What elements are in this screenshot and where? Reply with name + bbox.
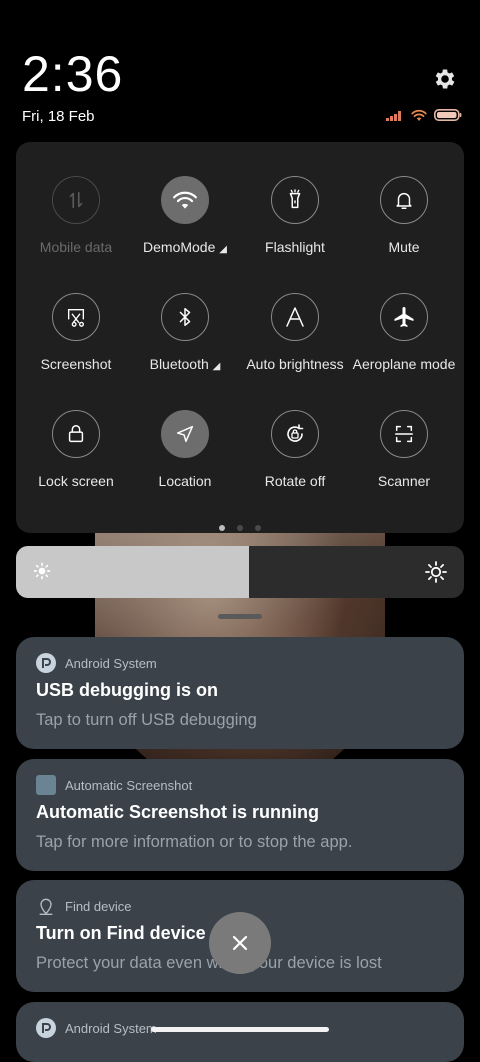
tile-mute[interactable]: Mute (349, 176, 459, 255)
tile-label: Aeroplane mode (352, 356, 456, 372)
airplane-icon (380, 293, 428, 341)
find-device-icon (39, 898, 53, 915)
wifi-icon (161, 176, 209, 224)
clock-date: Fri, 18 Feb (22, 108, 95, 125)
tile-flashlight[interactable]: Flashlight (240, 176, 350, 255)
notification-title: Automatic Screenshot is running (36, 802, 320, 822)
tile-label: Rotate off (264, 473, 326, 489)
tile-location[interactable]: Location (130, 410, 240, 489)
notification-android-system[interactable]: Android System (16, 1002, 464, 1062)
wifi-status-icon (411, 109, 427, 121)
close-icon (232, 935, 248, 951)
page-indicator (16, 518, 464, 536)
scanner-icon (380, 410, 428, 458)
system-status-icons (386, 108, 462, 122)
android-system-icon (36, 653, 56, 673)
notification-body: Protect your data even when your device … (36, 954, 382, 972)
panel-drag-handle[interactable] (218, 614, 262, 619)
tile-aeroplane-mode[interactable]: Aeroplane mode (349, 293, 459, 372)
android-system-icon (36, 1018, 56, 1038)
brightness-high-icon (425, 561, 447, 583)
tile-label: Mute (388, 239, 420, 255)
expand-arrow-icon: ◢ (219, 244, 227, 255)
bell-icon (380, 176, 428, 224)
signal-icon (386, 111, 401, 121)
tile-label: Auto brightness (246, 356, 344, 372)
notification-body: Tap for more information or to stop the … (36, 833, 353, 851)
tile-label: Mobile data (39, 239, 113, 255)
mobile-data-icon (52, 176, 100, 224)
notification-title: USB debugging is on (36, 680, 218, 700)
notification-app-name: Android System (65, 655, 157, 671)
tile-rotate[interactable]: Rotate off (240, 410, 350, 489)
expand-arrow-icon: ◢ (212, 361, 221, 372)
screenshot-icon (52, 293, 100, 341)
tile-label: Lock screen (38, 473, 114, 489)
tile-screenshot[interactable]: Screenshot (21, 293, 131, 372)
tile-mobile-data[interactable]: Mobile data (21, 176, 131, 255)
notification-title: Turn on Find device (36, 923, 206, 943)
tile-label: Screenshot (40, 356, 112, 372)
page-dot-active (219, 525, 225, 531)
location-icon (161, 410, 209, 458)
notification-usb-debugging[interactable]: Android System USB debugging is on Tap t… (16, 637, 464, 749)
flashlight-icon (271, 176, 319, 224)
tile-scanner[interactable]: Scanner (349, 410, 459, 489)
page-dot (237, 525, 243, 531)
rotate-icon (271, 410, 319, 458)
tile-label: Flashlight (265, 239, 325, 255)
clear-notifications-button[interactable] (209, 912, 271, 974)
clock-time: 2:36 (22, 46, 124, 102)
bluetooth-icon (161, 293, 209, 341)
lock-icon (52, 410, 100, 458)
home-indicator[interactable] (151, 1027, 329, 1032)
notification-app-name: Find device (65, 898, 132, 914)
tile-bluetooth[interactable]: Bluetooth ◢ (130, 293, 240, 372)
auto-brightness-icon (271, 293, 319, 341)
tile-lock-screen[interactable]: Lock screen (21, 410, 131, 489)
automatic-screenshot-app-icon (36, 775, 56, 795)
notification-app-name: Android System (65, 1020, 157, 1036)
tile-demomode[interactable]: DemoMode ◢ (130, 176, 240, 255)
tile-label: Scanner (377, 473, 431, 489)
gear-icon[interactable] (432, 66, 458, 92)
notification-app-name: Automatic Screenshot (65, 777, 193, 793)
page-dot (255, 525, 261, 531)
tile-label: Location (158, 473, 212, 489)
brightness-low-icon (33, 562, 51, 580)
notification-body: Tap to turn off USB debugging (36, 711, 257, 729)
tile-label: DemoMode (143, 239, 216, 255)
notification-automatic-screenshot[interactable]: Automatic Screenshot Automatic Screensho… (16, 759, 464, 871)
brightness-slider[interactable] (16, 546, 464, 598)
battery-icon (434, 109, 462, 121)
tile-auto-brightness[interactable]: Auto brightness (240, 293, 350, 372)
tile-label: Bluetooth (149, 356, 209, 372)
quick-settings-panel: Mobile data DemoMode ◢ Flashlight Mute S… (16, 142, 464, 533)
